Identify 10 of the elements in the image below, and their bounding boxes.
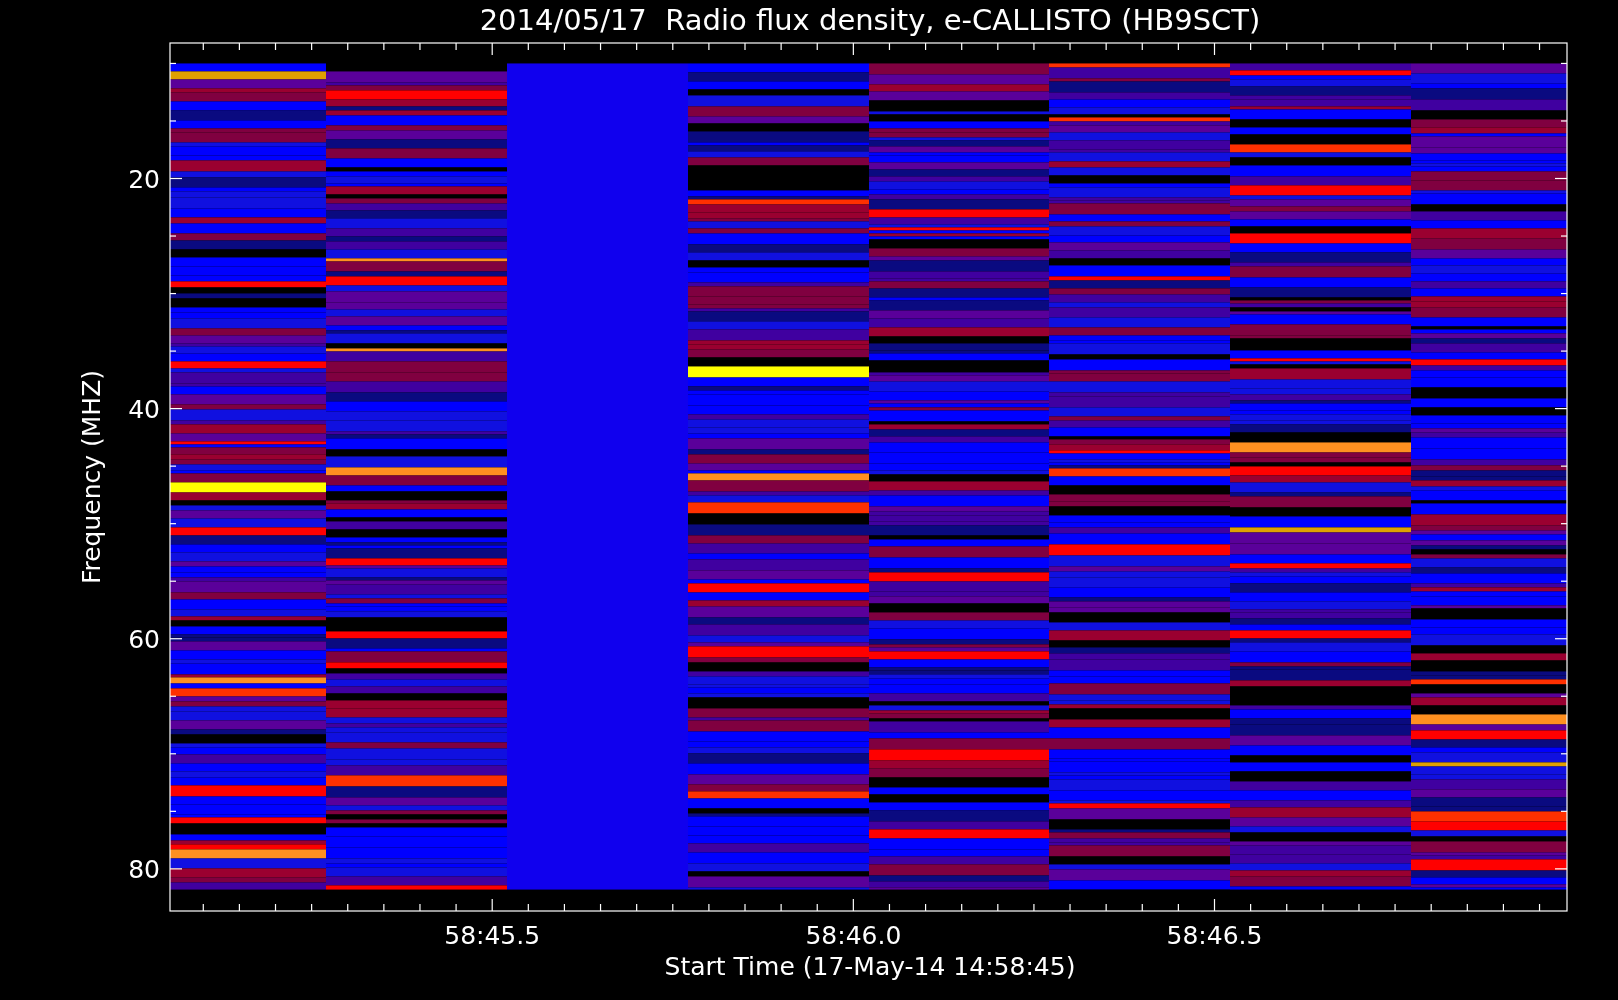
- x-tick-label: 58:46.5: [1166, 921, 1263, 950]
- y-tick-label: 20: [128, 164, 160, 194]
- x-tick-label: 58:45.5: [444, 921, 541, 950]
- y-tick-label: 40: [128, 394, 160, 424]
- y-axis-title: Frequency (MHZ): [77, 369, 106, 585]
- y-tick-label: 80: [128, 854, 160, 884]
- x-axis-title: Start Time (17-May-14 14:58:45): [664, 952, 1076, 981]
- x-tick-label: 58:46.0: [805, 921, 902, 950]
- y-tick-label: 60: [128, 624, 160, 654]
- chart-title: 2014/05/17 Radio flux density, e-CALLISTO (HB9SCT): [479, 3, 1261, 37]
